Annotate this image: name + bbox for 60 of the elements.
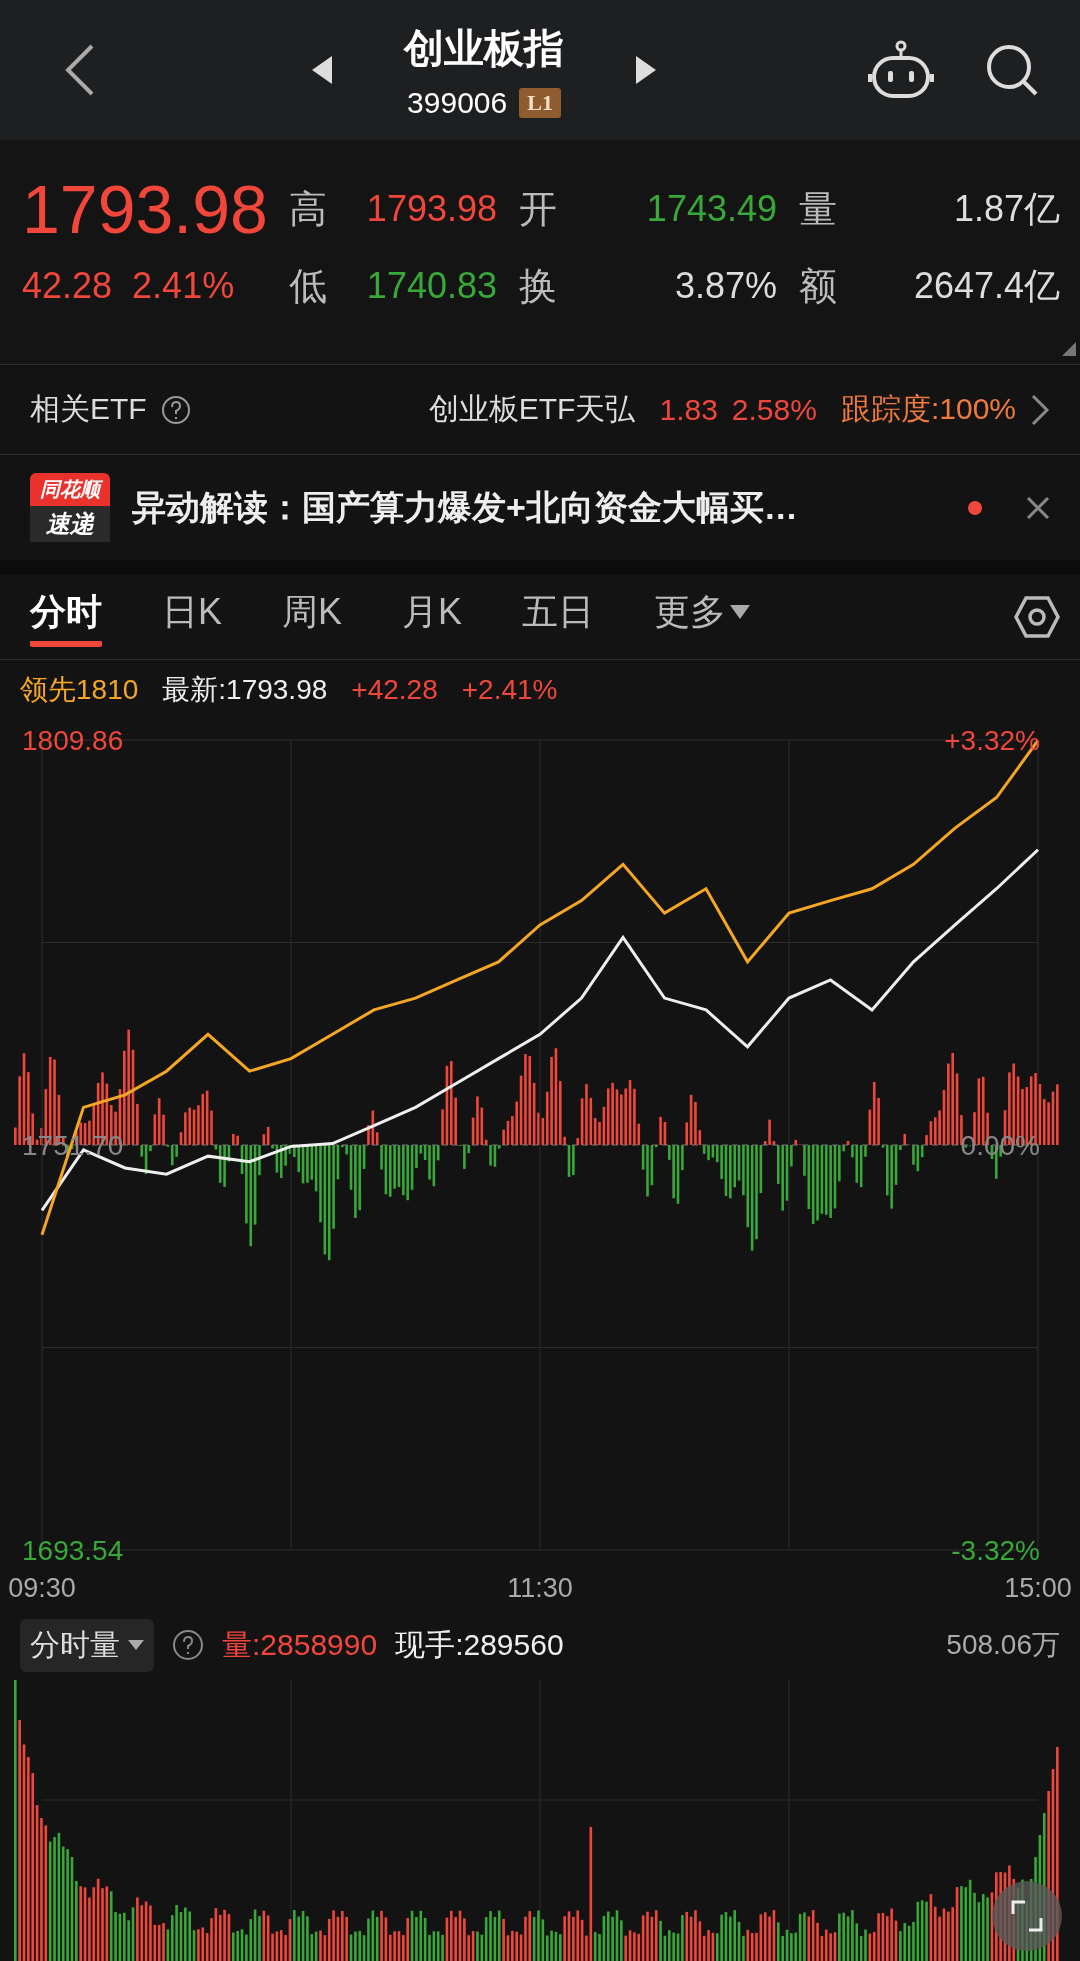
volume-amount: 量:2858990: [222, 1626, 378, 1663]
next-button[interactable]: [634, 54, 658, 86]
corner-icon: [1062, 342, 1076, 356]
chart-tab[interactable]: 分时: [30, 587, 102, 647]
axis-label: 1809.86: [22, 724, 124, 756]
chart-tab[interactable]: 日K: [162, 587, 222, 647]
expand-icon: [1010, 1899, 1044, 1933]
chart-tab[interactable]: 五日: [522, 587, 595, 647]
stat-label: 低: [288, 263, 328, 309]
time-label: 11:30: [507, 1573, 573, 1603]
etf-name: 创业板ETF天弘: [428, 391, 636, 427]
stat-label: 高: [288, 186, 328, 232]
chart-tab[interactable]: 月K: [402, 587, 463, 647]
time-label: 09:30: [8, 1573, 76, 1603]
robot-icon[interactable]: [868, 40, 934, 100]
axis-label: 1693.54: [22, 1534, 124, 1566]
current-price: 1793.98: [22, 170, 269, 248]
volume-selector[interactable]: 分时量: [20, 1618, 154, 1672]
logo-bottom-text: 速递: [30, 506, 110, 542]
price-change: 42.28: [22, 265, 113, 307]
help-icon[interactable]: [160, 394, 191, 425]
close-icon[interactable]: [1026, 495, 1050, 520]
stat-label: 量: [798, 186, 838, 232]
stat-label: 换: [518, 263, 558, 309]
tracking-degree: 跟踪度:100%: [840, 391, 1016, 427]
latest-value: 最新:1793.98: [162, 673, 328, 707]
chart-tab[interactable]: 周K: [282, 587, 343, 647]
logo-top-text: 同花顺: [30, 473, 110, 506]
stat-value: 1740.83: [365, 265, 498, 307]
etf-percent: 2.58%: [731, 392, 817, 427]
help-icon[interactable]: [172, 1629, 204, 1661]
stat-value: 1793.98: [365, 188, 498, 230]
time-label: 15:00: [1004, 1573, 1072, 1603]
chevron-right-icon[interactable]: [1030, 392, 1050, 427]
stock-code: 399006: [407, 85, 508, 120]
volume-max: 508.06万: [946, 1628, 1060, 1662]
current-volume: 现手:289560: [395, 1626, 564, 1663]
stat-label: 开: [518, 186, 558, 232]
axis-label: -3.32%: [951, 1534, 1040, 1566]
stock-title: 创业板指: [404, 24, 564, 72]
stat-label: 额: [798, 263, 838, 309]
change-percent: +2.41%: [461, 674, 558, 706]
stat-value: 1743.49: [645, 188, 778, 230]
lead-value: 领先1810: [20, 673, 139, 707]
etf-label: 相关ETF: [30, 391, 147, 427]
level-badge: L1: [519, 87, 561, 118]
caret-icon: [128, 1640, 144, 1650]
change-percent: 2.41%: [132, 265, 235, 307]
search-icon[interactable]: [984, 42, 1040, 98]
news-headline[interactable]: 异动解读：国产算力爆发+北向资金大幅买…: [132, 484, 946, 531]
change-value: +42.28: [351, 674, 438, 706]
etf-price: 1.83: [659, 392, 718, 427]
chart-tab[interactable]: 更多: [654, 587, 751, 647]
settings-icon[interactable]: [1014, 594, 1060, 640]
previous-button[interactable]: [310, 54, 334, 86]
caret-icon: [730, 605, 751, 619]
stat-value: 2647.4亿: [912, 263, 1061, 308]
stat-value: 3.87%: [673, 265, 778, 307]
stat-value: 1.87亿: [952, 186, 1061, 231]
axis-label: +3.32%: [944, 724, 1040, 756]
